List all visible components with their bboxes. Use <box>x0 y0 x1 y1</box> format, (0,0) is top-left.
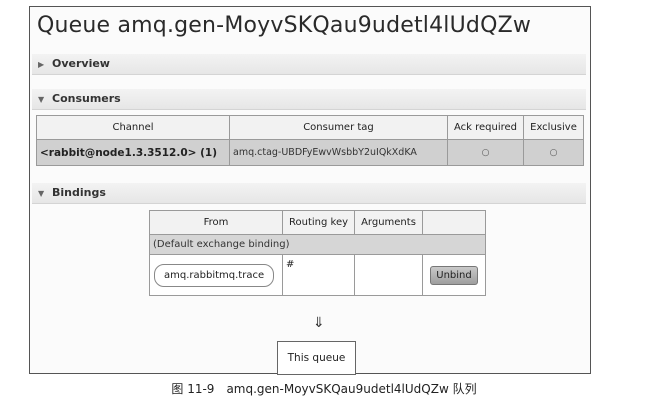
default-binding-row: (Default exchange binding) <box>149 234 486 255</box>
consumers-header-row: Channel Consumer tag Ack required Exclus… <box>36 115 584 140</box>
queue-page-frame: Queue amq.gen-MoyvSKQau9udetl4lUdQZw ▶ Ov… <box>29 6 591 375</box>
bindings-label: Bindings <box>52 186 106 199</box>
routing-key-cell: # <box>282 254 355 296</box>
overview-section-header[interactable]: ▶ Overview <box>32 54 586 75</box>
figure-caption: 图 11-9 amq.gen-MoyvSKQau9udetl4lUdQZw 队列 <box>171 382 477 396</box>
overview-label: Overview <box>52 57 110 70</box>
triangle-right-icon: ▶ <box>38 60 45 69</box>
triangle-down-icon: ▼ <box>38 95 45 104</box>
column-header-from: From <box>149 210 283 235</box>
arguments-cell <box>354 254 423 296</box>
this-queue-box: This queue <box>277 341 356 375</box>
column-header-arguments: Arguments <box>354 210 423 235</box>
column-header-channel: Channel <box>36 115 230 140</box>
bindings-section-header[interactable]: ▼ Bindings <box>32 183 586 204</box>
binding-source-cell: amq.rabbitmq.trace <box>149 254 283 296</box>
unbind-button[interactable]: Unbind <box>430 265 478 285</box>
column-header-actions <box>422 210 486 235</box>
ack-required-indicator: ○ <box>447 139 524 166</box>
arrow-down-icon: ⇓ <box>313 315 325 331</box>
consumers-label: Consumers <box>52 92 121 105</box>
consumers-section-header[interactable]: ▼ Consumers <box>32 89 586 110</box>
bindings-header-row: From Routing key Arguments <box>149 210 486 235</box>
table-row: amq.rabbitmq.trace # Unbind <box>149 254 486 296</box>
column-header-consumer-tag: Consumer tag <box>229 115 448 140</box>
column-header-ack-required: Ack required <box>447 115 524 140</box>
bindings-table: From Routing key Arguments (Default exch… <box>149 210 486 296</box>
page-title: Queue amq.gen-MoyvSKQau9udetl4lUdQZw <box>37 13 532 38</box>
table-row: <rabbit@node1.3.3512.0> (1) amq.ctag-UBD… <box>36 139 584 166</box>
consumers-table: Channel Consumer tag Ack required Exclus… <box>36 115 584 166</box>
column-header-exclusive: Exclusive <box>523 115 584 140</box>
channel-link[interactable]: <rabbit@node1.3.3512.0> (1) <box>36 139 230 166</box>
exclusive-indicator: ○ <box>523 139 584 166</box>
unbind-cell: Unbind <box>422 254 486 296</box>
default-binding-label: (Default exchange binding) <box>149 234 486 255</box>
column-header-routing-key: Routing key <box>282 210 355 235</box>
exchange-link[interactable]: amq.rabbitmq.trace <box>154 263 275 287</box>
consumer-tag-cell: amq.ctag-UBDFyEwvWsbbY2uIQkXdKA <box>229 139 448 166</box>
triangle-down-icon: ▼ <box>38 189 45 198</box>
